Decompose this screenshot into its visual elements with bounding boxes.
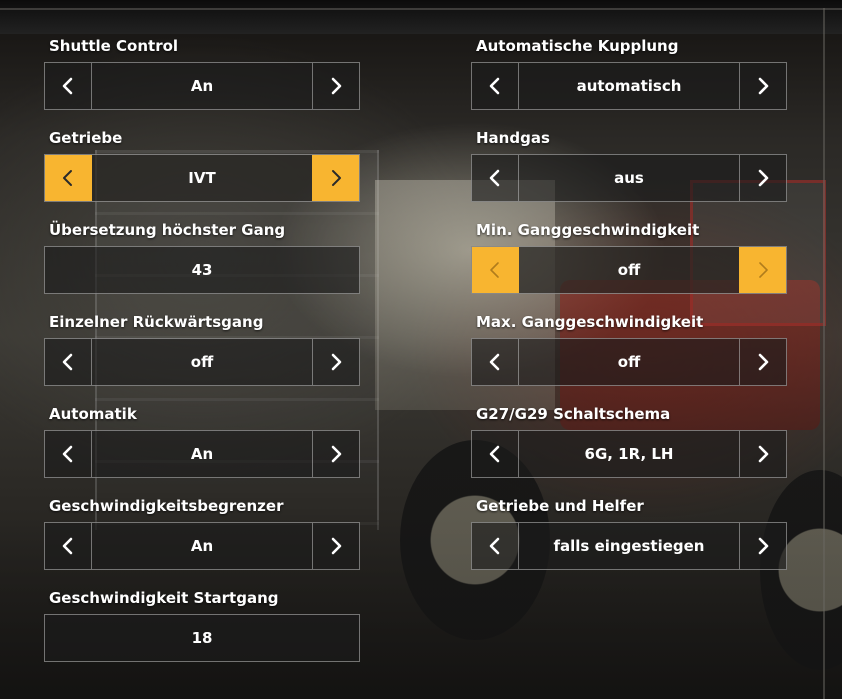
next-option-button[interactable] <box>312 523 359 569</box>
next-option-button[interactable] <box>739 431 786 477</box>
chevron-left-icon <box>489 169 500 187</box>
previous-option-button[interactable] <box>472 339 519 385</box>
chevron-left-icon <box>489 77 500 95</box>
next-option-button[interactable] <box>739 247 786 293</box>
setting-label: Einzelner Rückwärtsgang <box>49 313 264 331</box>
previous-option-button[interactable] <box>45 63 92 109</box>
chevron-right-icon <box>331 537 342 555</box>
multi-option-selector[interactable]: An <box>44 430 360 478</box>
background-right-edge <box>823 8 825 699</box>
setting-label: G27/G29 Schaltschema <box>476 405 671 423</box>
chevron-left-icon <box>62 445 73 463</box>
chevron-left-icon <box>489 445 500 463</box>
chevron-right-icon <box>758 169 769 187</box>
setting-label: Max. Ganggeschwindigkeit <box>476 313 704 331</box>
setting-label: Automatik <box>49 405 137 423</box>
next-option-button[interactable] <box>739 523 786 569</box>
multi-option-selector[interactable]: off <box>471 338 787 386</box>
setting-label: Getriebe <box>49 129 123 147</box>
setting-label: Automatische Kupplung <box>476 37 679 55</box>
previous-option-button[interactable] <box>45 523 92 569</box>
setting-g27-g29-schaltschema: G27/G29 Schaltschema 6G, 1R, LH <box>471 404 787 478</box>
previous-option-button[interactable] <box>472 523 519 569</box>
value-display-field[interactable]: 43 <box>44 246 360 294</box>
chevron-left-icon <box>489 353 500 371</box>
setting-uebersetzung-hoechster-gang: Übersetzung höchster Gang 43 <box>44 220 360 294</box>
chevron-left-icon <box>62 537 73 555</box>
chevron-left-icon <box>62 77 73 95</box>
chevron-right-icon <box>758 537 769 555</box>
setting-label: Min. Ganggeschwindigkeit <box>476 221 700 239</box>
background-frame-line <box>0 8 842 10</box>
next-option-button[interactable] <box>312 339 359 385</box>
multi-option-selector[interactable]: An <box>44 522 360 570</box>
setting-value: off <box>190 353 214 371</box>
setting-value: 18 <box>191 629 213 647</box>
chevron-left-icon <box>489 537 500 555</box>
setting-getriebe: Getriebe IVT <box>44 128 360 202</box>
chevron-left-icon <box>490 262 499 278</box>
chevron-right-icon <box>332 170 341 186</box>
background-ceiling-beam <box>0 0 842 34</box>
previous-option-button[interactable] <box>45 155 92 201</box>
next-option-button[interactable] <box>739 155 786 201</box>
chevron-right-icon <box>758 353 769 371</box>
setting-value: 6G, 1R, LH <box>584 445 674 463</box>
setting-max-ganggeschwindigkeit: Max. Ganggeschwindigkeit off <box>471 312 787 386</box>
setting-label: Handgas <box>476 129 550 147</box>
setting-value: off <box>617 353 641 371</box>
setting-value: automatisch <box>576 77 682 95</box>
setting-value: An <box>190 445 214 463</box>
chevron-left-icon <box>63 170 72 186</box>
setting-automatische-kupplung: Automatische Kupplung automatisch <box>471 36 787 110</box>
chevron-right-icon <box>331 353 342 371</box>
chevron-right-icon <box>331 77 342 95</box>
value-display-field[interactable]: 18 <box>44 614 360 662</box>
multi-option-selector[interactable]: aus <box>471 154 787 202</box>
previous-option-button[interactable] <box>472 63 519 109</box>
chevron-right-icon <box>758 445 769 463</box>
setting-einzelner-rueckwaertsgang: Einzelner Rückwärtsgang off <box>44 312 360 386</box>
multi-option-selector[interactable]: An <box>44 62 360 110</box>
next-option-button[interactable] <box>312 155 359 201</box>
previous-option-button[interactable] <box>45 339 92 385</box>
setting-geschwindigkeitsbegrenzer: Geschwindigkeitsbegrenzer An <box>44 496 360 570</box>
setting-automatik: Automatik An <box>44 404 360 478</box>
setting-value: An <box>190 77 214 95</box>
multi-option-selector[interactable]: off <box>44 338 360 386</box>
chevron-right-icon <box>331 445 342 463</box>
chevron-right-icon <box>758 77 769 95</box>
setting-label: Getriebe und Helfer <box>476 497 644 515</box>
setting-label: Geschwindigkeitsbegrenzer <box>49 497 284 515</box>
setting-value: IVT <box>188 169 216 187</box>
previous-option-button[interactable] <box>472 247 519 293</box>
next-option-button[interactable] <box>312 431 359 477</box>
multi-option-selector[interactable]: off <box>471 246 787 294</box>
setting-value: aus <box>614 169 644 187</box>
setting-value: 43 <box>191 261 213 279</box>
next-option-button[interactable] <box>312 63 359 109</box>
multi-option-selector[interactable]: IVT <box>44 154 360 202</box>
chevron-right-icon <box>759 262 768 278</box>
next-option-button[interactable] <box>739 339 786 385</box>
setting-handgas: Handgas aus <box>471 128 787 202</box>
multi-option-selector[interactable]: automatisch <box>471 62 787 110</box>
next-option-button[interactable] <box>739 63 786 109</box>
setting-label: Übersetzung höchster Gang <box>49 221 286 239</box>
setting-value: off <box>617 261 641 279</box>
previous-option-button[interactable] <box>472 431 519 477</box>
setting-value: An <box>190 537 214 555</box>
setting-getriebe-und-helfer: Getriebe und Helfer falls eingestiegen <box>471 496 787 570</box>
chevron-left-icon <box>62 353 73 371</box>
setting-label: Geschwindigkeit Startgang <box>49 589 279 607</box>
previous-option-button[interactable] <box>472 155 519 201</box>
setting-geschwindigkeit-startgang: Geschwindigkeit Startgang 18 <box>44 588 360 662</box>
multi-option-selector[interactable]: falls eingestiegen <box>471 522 787 570</box>
previous-option-button[interactable] <box>45 431 92 477</box>
setting-label: Shuttle Control <box>49 37 179 55</box>
multi-option-selector[interactable]: 6G, 1R, LH <box>471 430 787 478</box>
setting-value: falls eingestiegen <box>553 537 705 555</box>
setting-shuttle-control: Shuttle Control An <box>44 36 360 110</box>
setting-min-ganggeschwindigkeit: Min. Ganggeschwindigkeit off <box>471 220 787 294</box>
